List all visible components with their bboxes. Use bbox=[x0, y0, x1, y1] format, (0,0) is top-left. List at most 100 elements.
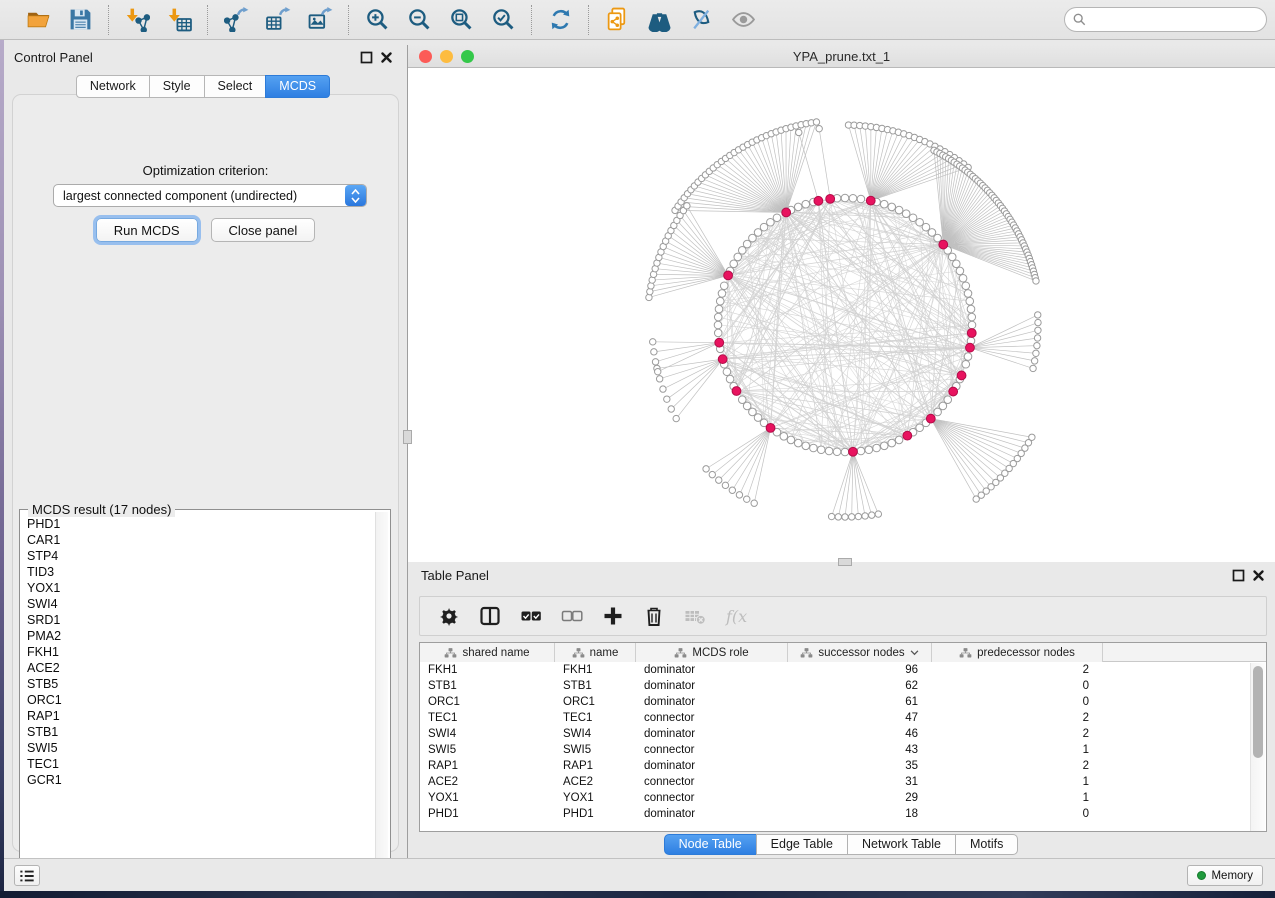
mcds-result-item[interactable]: STB5 bbox=[27, 676, 375, 692]
table-cell[interactable]: PHD1 bbox=[420, 808, 555, 820]
refresh-button[interactable] bbox=[546, 6, 574, 34]
show-graphics-details-button[interactable] bbox=[729, 6, 757, 34]
mcds-result-item[interactable]: STB1 bbox=[27, 724, 375, 740]
close-panel-icon[interactable] bbox=[380, 51, 393, 64]
hide-graphics-details-button[interactable] bbox=[687, 6, 715, 34]
tab-motifs[interactable]: Motifs bbox=[955, 834, 1018, 855]
delete-button[interactable] bbox=[642, 604, 666, 628]
horizontal-splitter-handle[interactable] bbox=[838, 558, 852, 566]
table-cell[interactable]: 47 bbox=[788, 712, 932, 724]
table-cell[interactable]: ACE2 bbox=[420, 776, 555, 788]
table-cell[interactable]: connector bbox=[636, 792, 788, 804]
table-cell[interactable]: dominator bbox=[636, 680, 788, 692]
table-cell[interactable]: 0 bbox=[932, 680, 1103, 692]
table-cell[interactable]: RAP1 bbox=[420, 760, 555, 772]
table-cell[interactable]: dominator bbox=[636, 728, 788, 740]
table-cell[interactable]: YOX1 bbox=[420, 792, 555, 804]
table-cell[interactable]: 2 bbox=[932, 760, 1103, 772]
close-table-panel-icon[interactable] bbox=[1252, 569, 1265, 582]
table-cell[interactable]: SWI4 bbox=[555, 728, 636, 740]
run-mcds-button[interactable]: Run MCDS bbox=[96, 218, 198, 242]
import-network-button[interactable] bbox=[123, 6, 151, 34]
close-panel-button[interactable]: Close panel bbox=[211, 218, 316, 242]
mcds-result-item[interactable]: SWI4 bbox=[27, 596, 375, 612]
mcds-result-item[interactable]: TEC1 bbox=[27, 756, 375, 772]
table-cell[interactable]: ORC1 bbox=[420, 696, 555, 708]
export-network-button[interactable] bbox=[222, 6, 250, 34]
export-table-button[interactable] bbox=[264, 6, 292, 34]
mcds-result-item[interactable]: ACE2 bbox=[27, 660, 375, 676]
table-cell[interactable]: SWI5 bbox=[420, 744, 555, 756]
table-cell[interactable]: FKH1 bbox=[555, 664, 636, 676]
mcds-result-item[interactable]: TID3 bbox=[27, 564, 375, 580]
select-all-checkboxes-button[interactable] bbox=[519, 604, 543, 628]
table-cell[interactable]: connector bbox=[636, 712, 788, 724]
network-graph[interactable] bbox=[408, 68, 1275, 562]
table-cell[interactable]: 0 bbox=[932, 808, 1103, 820]
table-cell[interactable]: dominator bbox=[636, 696, 788, 708]
float-table-panel-icon[interactable] bbox=[1232, 569, 1245, 582]
table-cell[interactable]: 0 bbox=[932, 696, 1103, 708]
toggle-columns-button[interactable] bbox=[478, 604, 502, 628]
find-button[interactable] bbox=[645, 6, 673, 34]
network-window-titlebar[interactable]: YPA_prune.txt_1 bbox=[408, 45, 1275, 68]
table-cell[interactable]: dominator bbox=[636, 808, 788, 820]
table-cell[interactable]: 96 bbox=[788, 664, 932, 676]
table-scrollbar[interactable] bbox=[1250, 663, 1265, 831]
table-cell[interactable]: 18 bbox=[788, 808, 932, 820]
search-box[interactable] bbox=[1064, 7, 1267, 32]
table-row[interactable]: ORC1ORC1dominator610 bbox=[420, 694, 1266, 710]
mcds-result-item[interactable]: PHD1 bbox=[27, 516, 375, 532]
zoom-in-button[interactable] bbox=[363, 6, 391, 34]
table-cell[interactable]: 31 bbox=[788, 776, 932, 788]
tab-network-table[interactable]: Network Table bbox=[847, 834, 956, 855]
table-cell[interactable]: TEC1 bbox=[420, 712, 555, 724]
search-input[interactable] bbox=[1091, 13, 1258, 27]
criterion-dropdown[interactable]: largest connected component (undirected) bbox=[53, 184, 367, 207]
export-image-button[interactable] bbox=[306, 6, 334, 34]
tab-edge-table[interactable]: Edge Table bbox=[756, 834, 848, 855]
table-cell[interactable]: ORC1 bbox=[555, 696, 636, 708]
table-cell[interactable]: 1 bbox=[932, 744, 1103, 756]
table-cell[interactable]: 29 bbox=[788, 792, 932, 804]
table-cell[interactable]: 46 bbox=[788, 728, 932, 740]
mcds-result-item[interactable]: FKH1 bbox=[27, 644, 375, 660]
zoom-out-button[interactable] bbox=[405, 6, 433, 34]
table-cell[interactable]: 61 bbox=[788, 696, 932, 708]
mcds-result-item[interactable]: STP4 bbox=[27, 548, 375, 564]
table-cell[interactable]: connector bbox=[636, 744, 788, 756]
float-panel-icon[interactable] bbox=[360, 51, 373, 64]
tab-network[interactable]: Network bbox=[76, 75, 150, 98]
table-cell[interactable]: SWI5 bbox=[555, 744, 636, 756]
mcds-result-item[interactable]: YOX1 bbox=[27, 580, 375, 596]
table-cell[interactable]: 35 bbox=[788, 760, 932, 772]
table-cell[interactable]: dominator bbox=[636, 760, 788, 772]
table-row[interactable]: STB1STB1dominator620 bbox=[420, 678, 1266, 694]
table-cell[interactable]: 2 bbox=[932, 712, 1103, 724]
memory-button[interactable]: Memory bbox=[1187, 865, 1263, 886]
network-from-selection-button[interactable] bbox=[603, 6, 631, 34]
network-canvas[interactable] bbox=[408, 68, 1275, 562]
table-cell[interactable]: ACE2 bbox=[555, 776, 636, 788]
zoom-selected-button[interactable] bbox=[489, 6, 517, 34]
column-header-predecessor-nodes[interactable]: predecessor nodes bbox=[932, 643, 1103, 662]
table-scrollbar-thumb[interactable] bbox=[1253, 666, 1263, 758]
add-button[interactable] bbox=[601, 604, 625, 628]
table-cell[interactable]: TEC1 bbox=[555, 712, 636, 724]
table-row[interactable]: PHD1PHD1dominator180 bbox=[420, 806, 1266, 822]
table-row[interactable]: SWI4SWI4dominator462 bbox=[420, 726, 1266, 742]
tab-mcds[interactable]: MCDS bbox=[265, 75, 330, 98]
table-cell[interactable]: 1 bbox=[932, 776, 1103, 788]
mcds-result-item[interactable]: ORC1 bbox=[27, 692, 375, 708]
deselect-all-checkboxes-button[interactable] bbox=[560, 604, 584, 628]
zoom-fit-button[interactable] bbox=[447, 6, 475, 34]
table-cell[interactable]: 2 bbox=[932, 728, 1103, 740]
task-history-button[interactable] bbox=[14, 865, 40, 886]
column-header-name[interactable]: name bbox=[555, 643, 636, 662]
column-header-successor-nodes[interactable]: successor nodes bbox=[788, 643, 932, 662]
table-cell[interactable]: FKH1 bbox=[420, 664, 555, 676]
mcds-result-list[interactable]: PHD1CAR1STP4TID3YOX1SWI4SRD1PMA2FKH1ACE2… bbox=[21, 516, 375, 878]
mcds-result-item[interactable]: SWI5 bbox=[27, 740, 375, 756]
tab-style[interactable]: Style bbox=[149, 75, 205, 98]
table-cell[interactable]: STB1 bbox=[420, 680, 555, 692]
